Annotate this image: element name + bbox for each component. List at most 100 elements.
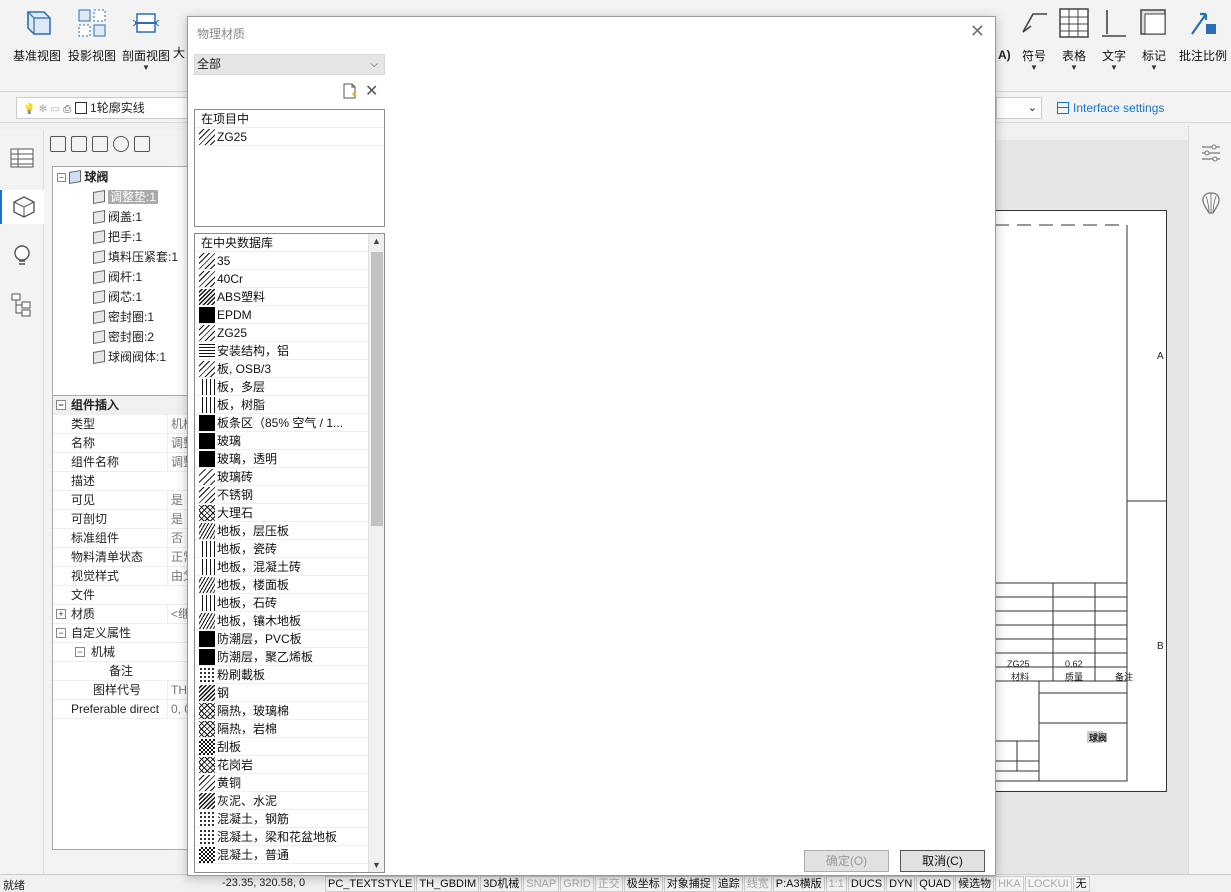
collapse-icon[interactable]: − [56,400,66,410]
material-list-item[interactable]: 防潮层，PVC板 [195,630,384,648]
tree-item[interactable]: 密封圈:1 [93,308,154,326]
material-list-item[interactable]: 地板，石砖 [195,594,384,612]
status-toggle[interactable]: DYN [886,876,916,892]
material-list-item[interactable]: 隔热，玻璃棉 [195,702,384,720]
layer-combo[interactable]: 💡 ✻ ▭ ⎙ 1轮廓实线 [16,97,188,119]
symbol-button[interactable]: 符号 ▼ [1014,4,1054,84]
material-list-item[interactable]: 地板，瓷砖 [195,540,384,558]
property-row[interactable]: 描述 [53,472,192,491]
balloon-icon[interactable] [1199,191,1223,217]
projected-view-button[interactable]: 投影视图 [66,4,118,84]
material-list-item[interactable]: EPDM [195,306,384,324]
sliders-icon[interactable] [1199,141,1223,165]
hierarchy-icon[interactable] [8,290,36,318]
status-toggle[interactable]: TH_GBDIM [416,876,480,892]
property-row[interactable]: Preferable direct 0, 0 [53,700,192,719]
table-button[interactable]: 表格 ▼ [1054,4,1094,84]
property-row[interactable]: 视觉样式由父 [53,567,192,586]
mark-button[interactable]: 标记 ▼ [1134,4,1174,84]
material-list-item[interactable]: 玻璃砖 [195,468,384,486]
property-group-custom[interactable]: − 自定义属性 [53,624,192,643]
material-list-item[interactable]: 粉刷載板 [195,666,384,684]
property-row[interactable]: 标准组件否 [53,529,192,548]
settings-gear-icon[interactable] [113,136,129,152]
status-toggle[interactable]: GRID [560,876,594,892]
tree-item[interactable]: 填料压紧套:1 [93,248,178,266]
material-list-item[interactable]: 35 [195,252,384,270]
material-list-item[interactable]: 40Cr [195,270,384,288]
binoculars-icon[interactable] [134,136,150,152]
tree-item[interactable]: 阀盖:1 [93,208,142,226]
material-list-item[interactable]: 大理石 [195,504,384,522]
drawing-canvas[interactable]: ZG25 0.62 材料 质量 备注 球阀 A B [994,140,1188,875]
material-list-item[interactable]: 地板，混凝土砖 [195,558,384,576]
mark-dropdown-icon[interactable]: ▼ [1134,64,1174,72]
material-list-item[interactable]: ABS塑料 [195,288,384,306]
tree-item[interactable]: 阀芯:1 [93,288,142,306]
material-list-item[interactable]: 混凝土，普通 [195,846,384,864]
status-toggle[interactable]: 正交 [594,876,623,892]
property-group-component-insert[interactable]: − 组件插入 [53,396,192,415]
detail-view-button[interactable]: 大 [172,4,186,84]
interface-settings-link[interactable]: Interface settings [1057,101,1164,115]
collapse-icon[interactable]: − [56,628,66,638]
status-toggle[interactable]: PC_TEXTSTYLE [325,876,416,892]
status-toggle[interactable]: 1:1 [825,876,847,892]
status-toggle[interactable]: QUAD [916,876,955,892]
lightbulb-tab-icon[interactable] [8,242,36,270]
collapse-icon[interactable]: − [75,647,85,657]
text-button[interactable]: 文字 ▼ [1094,4,1134,84]
status-toggle[interactable]: DUCS [847,876,886,892]
property-row[interactable]: 可见是 [53,491,192,510]
collapse-tree-icon[interactable] [71,136,87,152]
material-list-item[interactable]: 板，树脂 [195,396,384,414]
material-list-item[interactable]: 地板，楼面板 [195,576,384,594]
material-list-item[interactable]: 黄铜 [195,774,384,792]
material-list-item[interactable]: 花岗岩 [195,756,384,774]
status-toggle[interactable]: 线宽 [743,876,772,892]
property-row[interactable]: 图样代号 TH- [53,681,192,700]
annotation-scale-button[interactable]: 批注比例 [1176,4,1230,84]
status-toggle[interactable]: P:A3横版 [772,876,825,892]
material-list-item[interactable]: ZG25 [195,128,384,146]
property-row[interactable]: 备注 [53,662,192,681]
section-view-button[interactable]: 剖面视图 ▼ [120,4,172,84]
delete-material-icon[interactable]: ✕ [365,81,378,101]
tree-item[interactable]: 调整垫:1 [93,188,159,206]
scrollbar-thumb[interactable] [371,252,383,526]
ok-button[interactable]: 确定(O) [804,850,889,872]
scroll-down-icon[interactable]: ▼ [372,860,381,870]
property-row[interactable]: 物料清单状态正常 [53,548,192,567]
model-browser-tab[interactable] [0,190,44,224]
property-row[interactable]: 材质 <继 + [53,605,192,624]
expand-tree-icon[interactable] [50,136,66,152]
ribbon-a-label[interactable]: A) [998,48,1011,66]
tree-root[interactable]: − 球阀 [57,168,108,186]
status-toggle[interactable]: 追踪 [714,876,743,892]
material-list-item[interactable]: 玻璃，透明 [195,450,384,468]
property-row[interactable]: 组件名称调整 [53,453,192,472]
tree-item[interactable]: 球阀阀体:1 [93,348,166,366]
tree-item[interactable]: 阀杆:1 [93,268,142,286]
close-icon[interactable]: ✕ [970,21,985,42]
property-row[interactable]: 可剖切是 [53,510,192,529]
section-view-dropdown-icon[interactable]: ▼ [120,64,172,72]
expand-icon[interactable]: + [56,609,66,619]
material-list-item[interactable]: 安装结构，铝 [195,342,384,360]
material-list-item[interactable]: 灰泥、水泥 [195,792,384,810]
property-row[interactable]: 名称调整 [53,434,192,453]
material-filter-select[interactable]: 全部 ⌵ [194,54,385,75]
status-toggle[interactable]: HKA [995,876,1024,892]
style-combo[interactable]: ⌄ [996,97,1042,119]
base-view-button[interactable]: 基准视图 [10,4,64,84]
text-dropdown-icon[interactable]: ▼ [1094,64,1134,72]
central-list-scrollbar[interactable]: ▲ ▼ [368,234,384,872]
status-toggle[interactable]: 3D机械 [480,876,523,892]
table-view-icon[interactable] [8,144,36,172]
sort-icon[interactable] [92,136,108,152]
material-list-item[interactable]: 不锈钢 [195,486,384,504]
property-subgroup-mechanical[interactable]: − 机械 [53,643,192,662]
material-list-item[interactable]: 混凝土，梁和花盆地板 [195,828,384,846]
cancel-button[interactable]: 取消(C) [900,850,985,872]
new-material-icon[interactable] [342,83,358,99]
